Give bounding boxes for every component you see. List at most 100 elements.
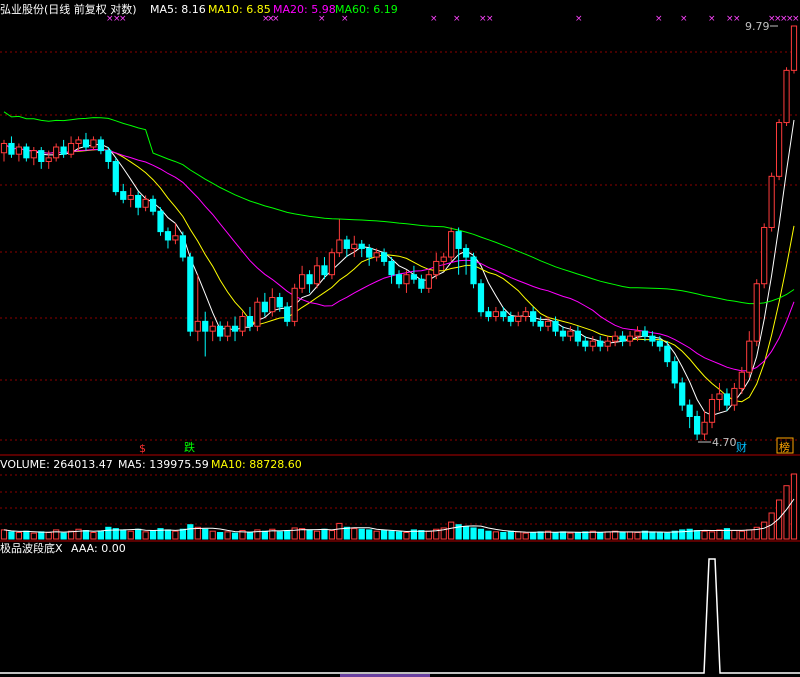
candle-body (112, 160, 119, 193)
candle-body (239, 316, 246, 332)
drop-marker: 跌 (184, 440, 195, 454)
candle-body (686, 404, 693, 417)
candle-body (507, 316, 514, 322)
volume-bar (477, 528, 485, 540)
candle-body (641, 330, 649, 337)
candle-body (306, 274, 313, 285)
candle-body (67, 142, 75, 155)
candle-body (127, 194, 134, 200)
candle-body (15, 146, 23, 155)
candle-body (336, 239, 343, 254)
candle-body (522, 311, 529, 318)
volume-bar (574, 532, 581, 540)
volume-bar (612, 530, 619, 540)
ma5-label: MA5: 8.16 (150, 3, 206, 16)
aaa-indicator-line (0, 558, 800, 674)
candle-body (589, 340, 596, 347)
volume-bar (537, 531, 544, 540)
candle-body (388, 260, 395, 276)
candle-body (626, 335, 634, 342)
candle-body (60, 146, 67, 155)
volume-bar (246, 532, 254, 540)
ma20-label: MA20: 5.98 (273, 3, 336, 16)
volume-bar (485, 530, 492, 540)
candle-body (82, 139, 90, 148)
candle-body (380, 252, 388, 262)
candle-body (358, 243, 365, 249)
candle-body (582, 340, 589, 347)
candle-body (567, 330, 574, 337)
candle-body (723, 393, 731, 406)
dollar-marker: $ (139, 442, 146, 455)
volume-bar (172, 530, 179, 540)
candle-body (537, 320, 544, 327)
candle-body (470, 256, 477, 285)
candle-body (0, 142, 8, 154)
volume-bar (694, 530, 701, 540)
candle-body (403, 274, 410, 285)
volume-bar (284, 530, 291, 540)
candle-body (105, 150, 112, 162)
candle-body (284, 306, 291, 322)
volume-bar (328, 530, 336, 540)
volume-bar (336, 522, 343, 540)
volume-bar (142, 531, 149, 540)
signal-marker: × (486, 14, 494, 24)
candle-body (425, 274, 432, 289)
candle-body (746, 340, 753, 373)
signal-marker: × (575, 14, 583, 24)
volume-bar (0, 529, 8, 540)
volume-bar (448, 521, 455, 540)
volume-bar (164, 529, 172, 540)
candle-body (597, 340, 604, 347)
candle-body (157, 210, 164, 233)
signal-marker: × (655, 14, 663, 24)
candle-body (455, 231, 462, 249)
volume-bar (500, 532, 507, 540)
candle-body (530, 311, 537, 322)
candle-body (351, 243, 358, 249)
volume-bar (656, 532, 663, 540)
volume-bar (664, 532, 671, 540)
volume-bar (187, 524, 194, 540)
volume-bar (604, 531, 611, 540)
volume-bar (67, 530, 75, 540)
candle-body (254, 301, 261, 327)
candle-body (485, 311, 492, 318)
volume-bar (530, 532, 537, 540)
volume-bars (0, 473, 798, 540)
volume-bar (470, 527, 477, 540)
volume-ma5-line (3, 498, 795, 533)
candle-body (612, 335, 619, 342)
volume-bar (701, 530, 708, 540)
volume-bar (507, 530, 514, 540)
candle-body (224, 325, 231, 337)
high-price-label: 9.79 (745, 20, 770, 33)
candle-body (731, 387, 738, 406)
volume-bar (194, 526, 201, 540)
signal-marker: × (119, 14, 127, 24)
candle-body (202, 320, 209, 332)
signal-marker: × (733, 14, 741, 24)
candle-body (410, 274, 418, 280)
candle-body (552, 320, 559, 332)
volume-bar (261, 530, 268, 540)
volume-bar (202, 528, 209, 540)
candle-body (708, 398, 716, 423)
volume-ma5-label: MA5: 139975.59 (118, 458, 209, 471)
candle-body (261, 301, 268, 313)
title-bar: 弘业股份(日线 前复权 对数) MA5: 8.16 MA10: 6.85 MA2… (0, 2, 398, 16)
candle-body (477, 283, 485, 313)
volume-bar (97, 530, 104, 540)
volume-bar (738, 530, 745, 540)
candle-body (500, 311, 507, 318)
volume-bar (38, 531, 45, 540)
price-grid (0, 51, 800, 441)
candle-body (738, 371, 745, 389)
candle-body (321, 265, 328, 276)
candle-body (716, 393, 723, 400)
candle-body (664, 345, 671, 363)
volume-bar (708, 531, 716, 540)
candle-body (53, 146, 60, 159)
signal-marker: × (708, 14, 716, 24)
